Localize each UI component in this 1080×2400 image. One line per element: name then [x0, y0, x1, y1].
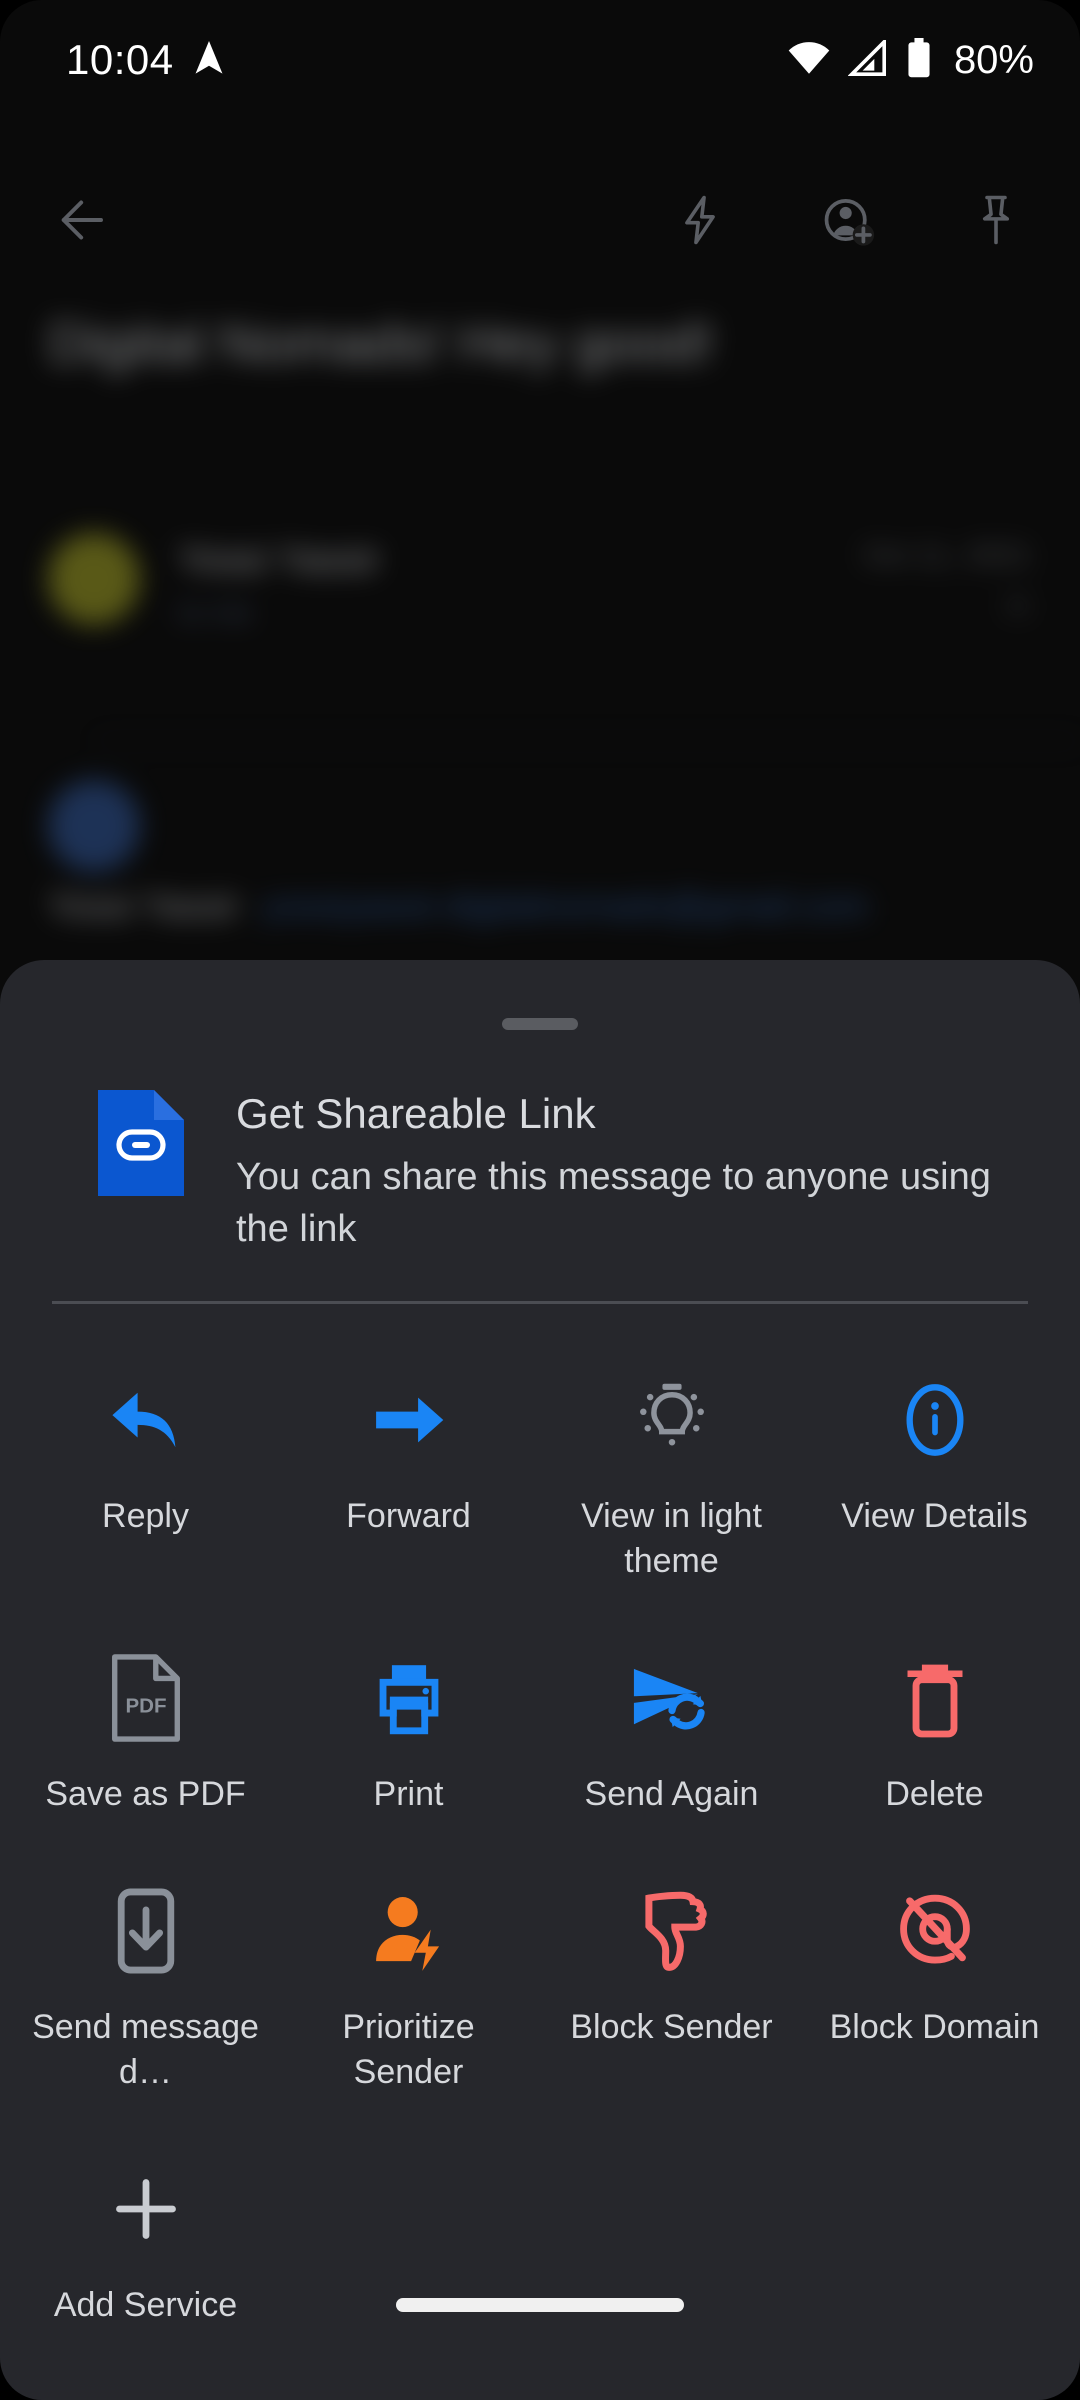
- plus-icon: [109, 2161, 183, 2257]
- action-forward[interactable]: Forward: [277, 1328, 540, 1606]
- message-subject: Digital Nomads! Hey good!: [48, 311, 715, 374]
- cellular-signal-icon: [847, 36, 888, 81]
- link-document-icon: [98, 1090, 184, 1201]
- message-date: Oct 11, 2021: [862, 539, 1032, 572]
- action-label: Save as PDF: [45, 1775, 246, 1814]
- at-sign-blocked-icon: [894, 1883, 976, 1979]
- action-view-light-theme[interactable]: View in light theme: [540, 1328, 803, 1606]
- battery-percent-label: 80%: [953, 37, 1034, 82]
- add-contact-icon[interactable]: [812, 184, 884, 256]
- action-label: Block Domain: [829, 2008, 1040, 2046]
- printer-icon: [368, 1650, 450, 1746]
- navigation-arrow-icon: [192, 39, 226, 82]
- sheet-subtitle: You can share this message to anyone usi…: [236, 1155, 991, 1250]
- action-delete[interactable]: Delete: [803, 1606, 1066, 1839]
- message-sender-row: Yossi Yassir to me Oct 11, 2021 11: [48, 533, 1032, 630]
- action-block-sender[interactable]: Block Sender: [540, 1839, 803, 2117]
- app-toolbar: [0, 160, 1080, 280]
- sender-name: Yossi Yassir: [178, 539, 381, 581]
- sheet-header-text: Get Shareable Link You can share this me…: [236, 1084, 1026, 1255]
- action-label: Send Again: [584, 1775, 759, 1814]
- message-date-block: Oct 11, 2021 11: [862, 533, 1032, 621]
- avatar: [48, 533, 140, 625]
- action-print[interactable]: Print: [277, 1606, 540, 1839]
- message-body-link: yossiyassir.digitalnomads@gmail.com: [261, 885, 869, 926]
- action-label: View Details: [841, 1497, 1028, 1536]
- reply-arrow-icon: [104, 1372, 188, 1468]
- action-label: View in light theme: [581, 1497, 762, 1581]
- priority-person-icon: [367, 1883, 451, 1979]
- lightbulb-icon: [631, 1372, 713, 1468]
- action-send-again[interactable]: Send Again: [540, 1606, 803, 1839]
- message-body-name: Yossi Yassir: [48, 885, 240, 926]
- thumbs-down-icon: [633, 1883, 711, 1979]
- status-bar: 10:04 80%: [0, 0, 1080, 120]
- home-gesture-pill[interactable]: [396, 2298, 684, 2312]
- action-label: Delete: [885, 1775, 984, 1814]
- status-clock: 10:04: [66, 36, 174, 83]
- sender-recipient: to me: [178, 596, 254, 629]
- message-body-row: Yossi Yassir yossiyassir.digitalnomads@g…: [48, 885, 1032, 927]
- sender-info: Yossi Yassir to me: [178, 533, 380, 630]
- message-date-sub: 11: [1002, 589, 1032, 620]
- sheet-title: Get Shareable Link: [236, 1090, 596, 1137]
- wifi-icon: [788, 41, 830, 80]
- divider: [96, 740, 1080, 742]
- action-prioritize-sender[interactable]: Prioritize Sender: [277, 1839, 540, 2117]
- phone-screen: 10:04 80% Digital Nomads! Hey good! Yoss…: [0, 0, 1080, 2400]
- pin-icon[interactable]: [960, 184, 1032, 256]
- action-block-domain[interactable]: Block Domain: [803, 1839, 1066, 2117]
- action-label: Print: [373, 1775, 444, 1814]
- lightning-bolt-icon[interactable]: [664, 184, 736, 256]
- sheet-header: Get Shareable Link You can share this me…: [0, 1030, 1080, 1255]
- phone-download-icon: [115, 1883, 177, 1979]
- action-label: Prioritize Sender: [342, 2008, 475, 2091]
- action-grid: Reply Forward View in light theme View D…: [0, 1328, 1080, 2349]
- action-view-details[interactable]: View Details: [803, 1328, 1066, 1606]
- battery-icon: [906, 37, 932, 83]
- status-bar-left: 10:04: [66, 36, 226, 84]
- toolbar-actions: [664, 184, 1032, 256]
- sheet-divider: [52, 1301, 1028, 1305]
- avatar-secondary: [48, 780, 140, 872]
- info-circle-icon: [895, 1372, 975, 1468]
- action-save-as-pdf[interactable]: PDF Save as PDF: [14, 1606, 277, 1839]
- action-label: Send message d…: [32, 2008, 259, 2091]
- send-again-icon: [627, 1650, 717, 1746]
- action-label: Block Sender: [570, 2008, 773, 2046]
- pdf-document-icon: PDF: [111, 1650, 181, 1746]
- svg-text:PDF: PDF: [125, 1695, 166, 1718]
- action-reply[interactable]: Reply: [14, 1328, 277, 1606]
- action-label: Forward: [346, 1497, 471, 1536]
- action-label: Add Service: [53, 2285, 238, 2324]
- drag-handle[interactable]: [502, 1018, 578, 1030]
- trash-icon: [899, 1650, 971, 1746]
- forward-arrow-icon: [367, 1372, 451, 1468]
- bottom-sheet: Get Shareable Link You can share this me…: [0, 960, 1080, 2400]
- action-send-message-download[interactable]: Send message d…: [14, 1839, 277, 2117]
- status-bar-right: 80%: [788, 36, 1034, 83]
- back-arrow-icon[interactable]: [44, 184, 116, 256]
- action-label: Reply: [102, 1497, 189, 1536]
- action-add-service[interactable]: Add Service: [14, 2117, 277, 2350]
